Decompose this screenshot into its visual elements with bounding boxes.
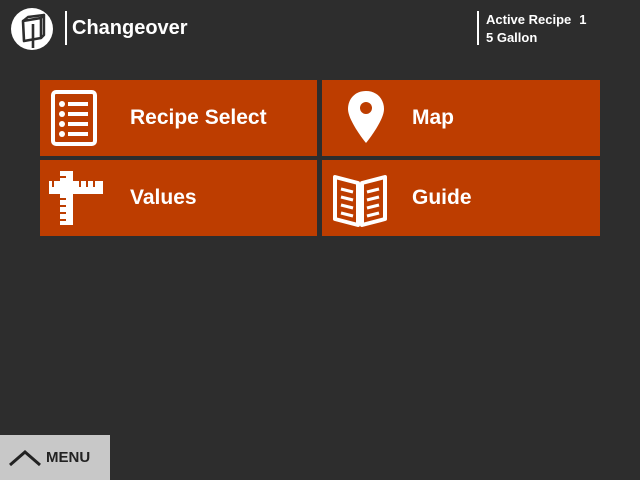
ruler-icon xyxy=(49,171,103,225)
page-title: Changeover xyxy=(72,17,188,39)
active-recipe-number: 1 xyxy=(579,12,587,27)
active-recipe-status: Active Recipe 1 5 Gallon xyxy=(486,11,587,47)
values-button[interactable]: Values xyxy=(40,160,317,236)
guide-button[interactable]: Guide xyxy=(322,160,600,236)
menu-label: MENU xyxy=(46,449,91,466)
recipe-select-button[interactable]: Recipe Select xyxy=(40,80,317,156)
map-label: Map xyxy=(412,106,454,129)
active-recipe-name: 5 Gallon xyxy=(486,30,538,45)
book-icon xyxy=(333,175,387,227)
map-pin-icon xyxy=(348,91,384,143)
values-label: Values xyxy=(130,186,197,209)
list-icon xyxy=(51,90,97,146)
active-recipe-label: Active Recipe xyxy=(486,12,572,27)
chevron-up-icon xyxy=(9,450,41,467)
map-button[interactable]: Map xyxy=(322,80,600,156)
cube-logo-icon xyxy=(11,8,53,50)
guide-label: Guide xyxy=(412,186,472,209)
menu-button[interactable]: MENU xyxy=(0,435,110,480)
recipe-select-label: Recipe Select xyxy=(130,106,267,129)
recipe-divider xyxy=(477,11,479,45)
title-divider xyxy=(65,11,67,45)
